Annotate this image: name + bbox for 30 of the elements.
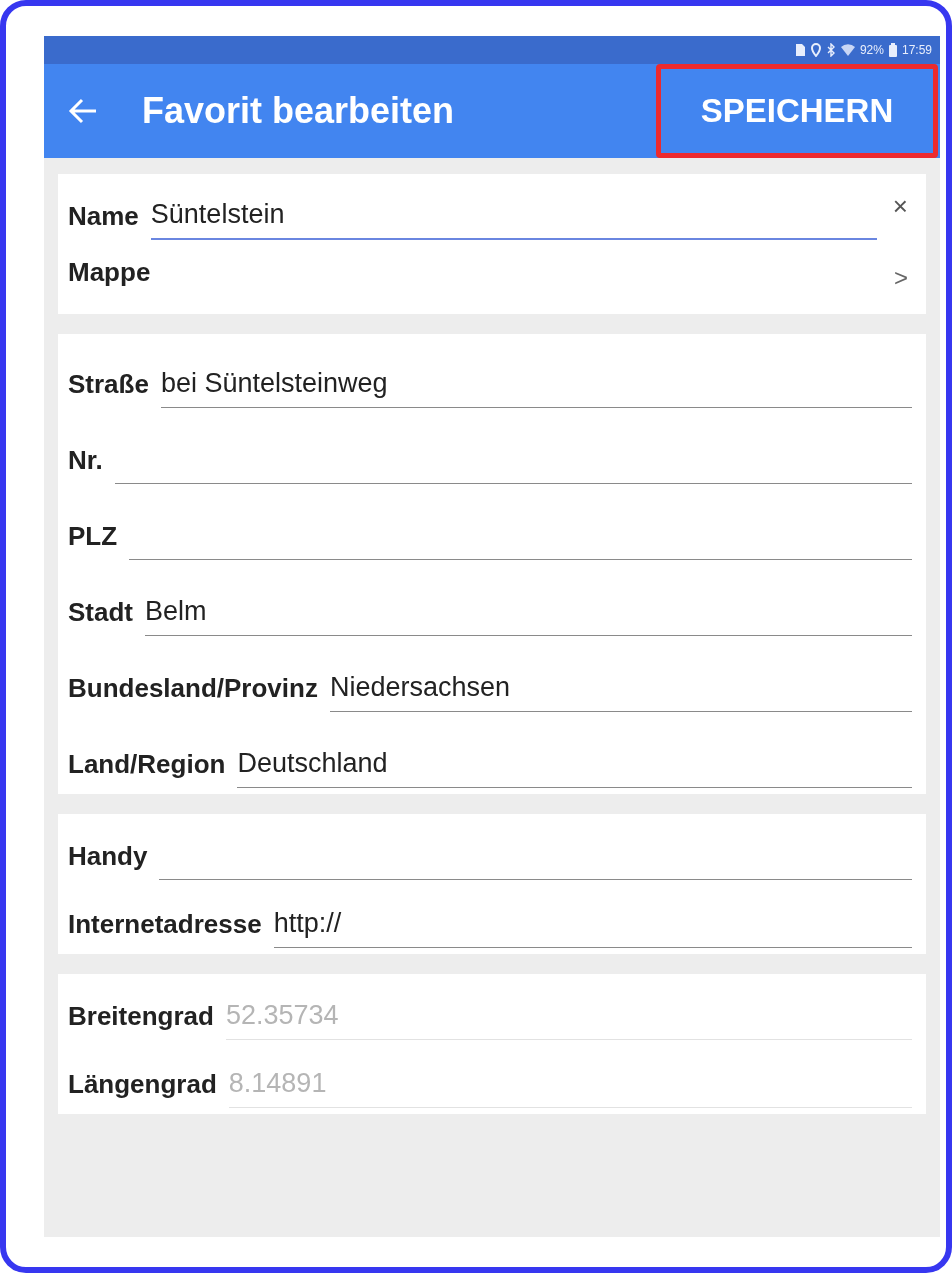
field-label: Breitengrad [68,1001,214,1033]
field-label: Nr. [68,445,103,477]
back-arrow-icon[interactable] [68,98,98,124]
field-label: Mappe [68,256,151,289]
bluetooth-icon [825,43,836,57]
field-label: Handy [68,841,148,873]
clock: 17:59 [901,43,932,57]
clear-button[interactable]: × [888,190,912,222]
text-field[interactable]: Niedersachsen [329,672,912,712]
chevron[interactable]: > [894,264,912,292]
text-field[interactable]: bei Süntelsteinweg [160,368,912,408]
sim-card-icon [793,43,806,57]
text-field[interactable]: Süntelstein [150,199,877,240]
field-label: Längengrad [68,1069,217,1101]
location-pin-icon [810,43,821,57]
wifi-icon [840,44,855,56]
field-label: Bundesland/Provinz [68,673,318,705]
battery-percentage: 92% [859,43,884,57]
field-label: Name [68,201,139,233]
field-label: Land/Region [68,749,226,781]
field-label: Straße [68,369,149,401]
field-label: Stadt [68,597,133,629]
battery-icon [888,43,897,57]
text-field[interactable]: Deutschland [237,748,912,788]
save-button[interactable]: SPEICHERN [656,64,938,158]
text-field[interactable]: Belm [145,596,912,636]
screen-title: Favorit bearbeiten [142,90,456,132]
field-label: PLZ [68,521,118,553]
field-label: Internetadresse [68,909,262,941]
text-field[interactable]: http:// [273,908,912,948]
